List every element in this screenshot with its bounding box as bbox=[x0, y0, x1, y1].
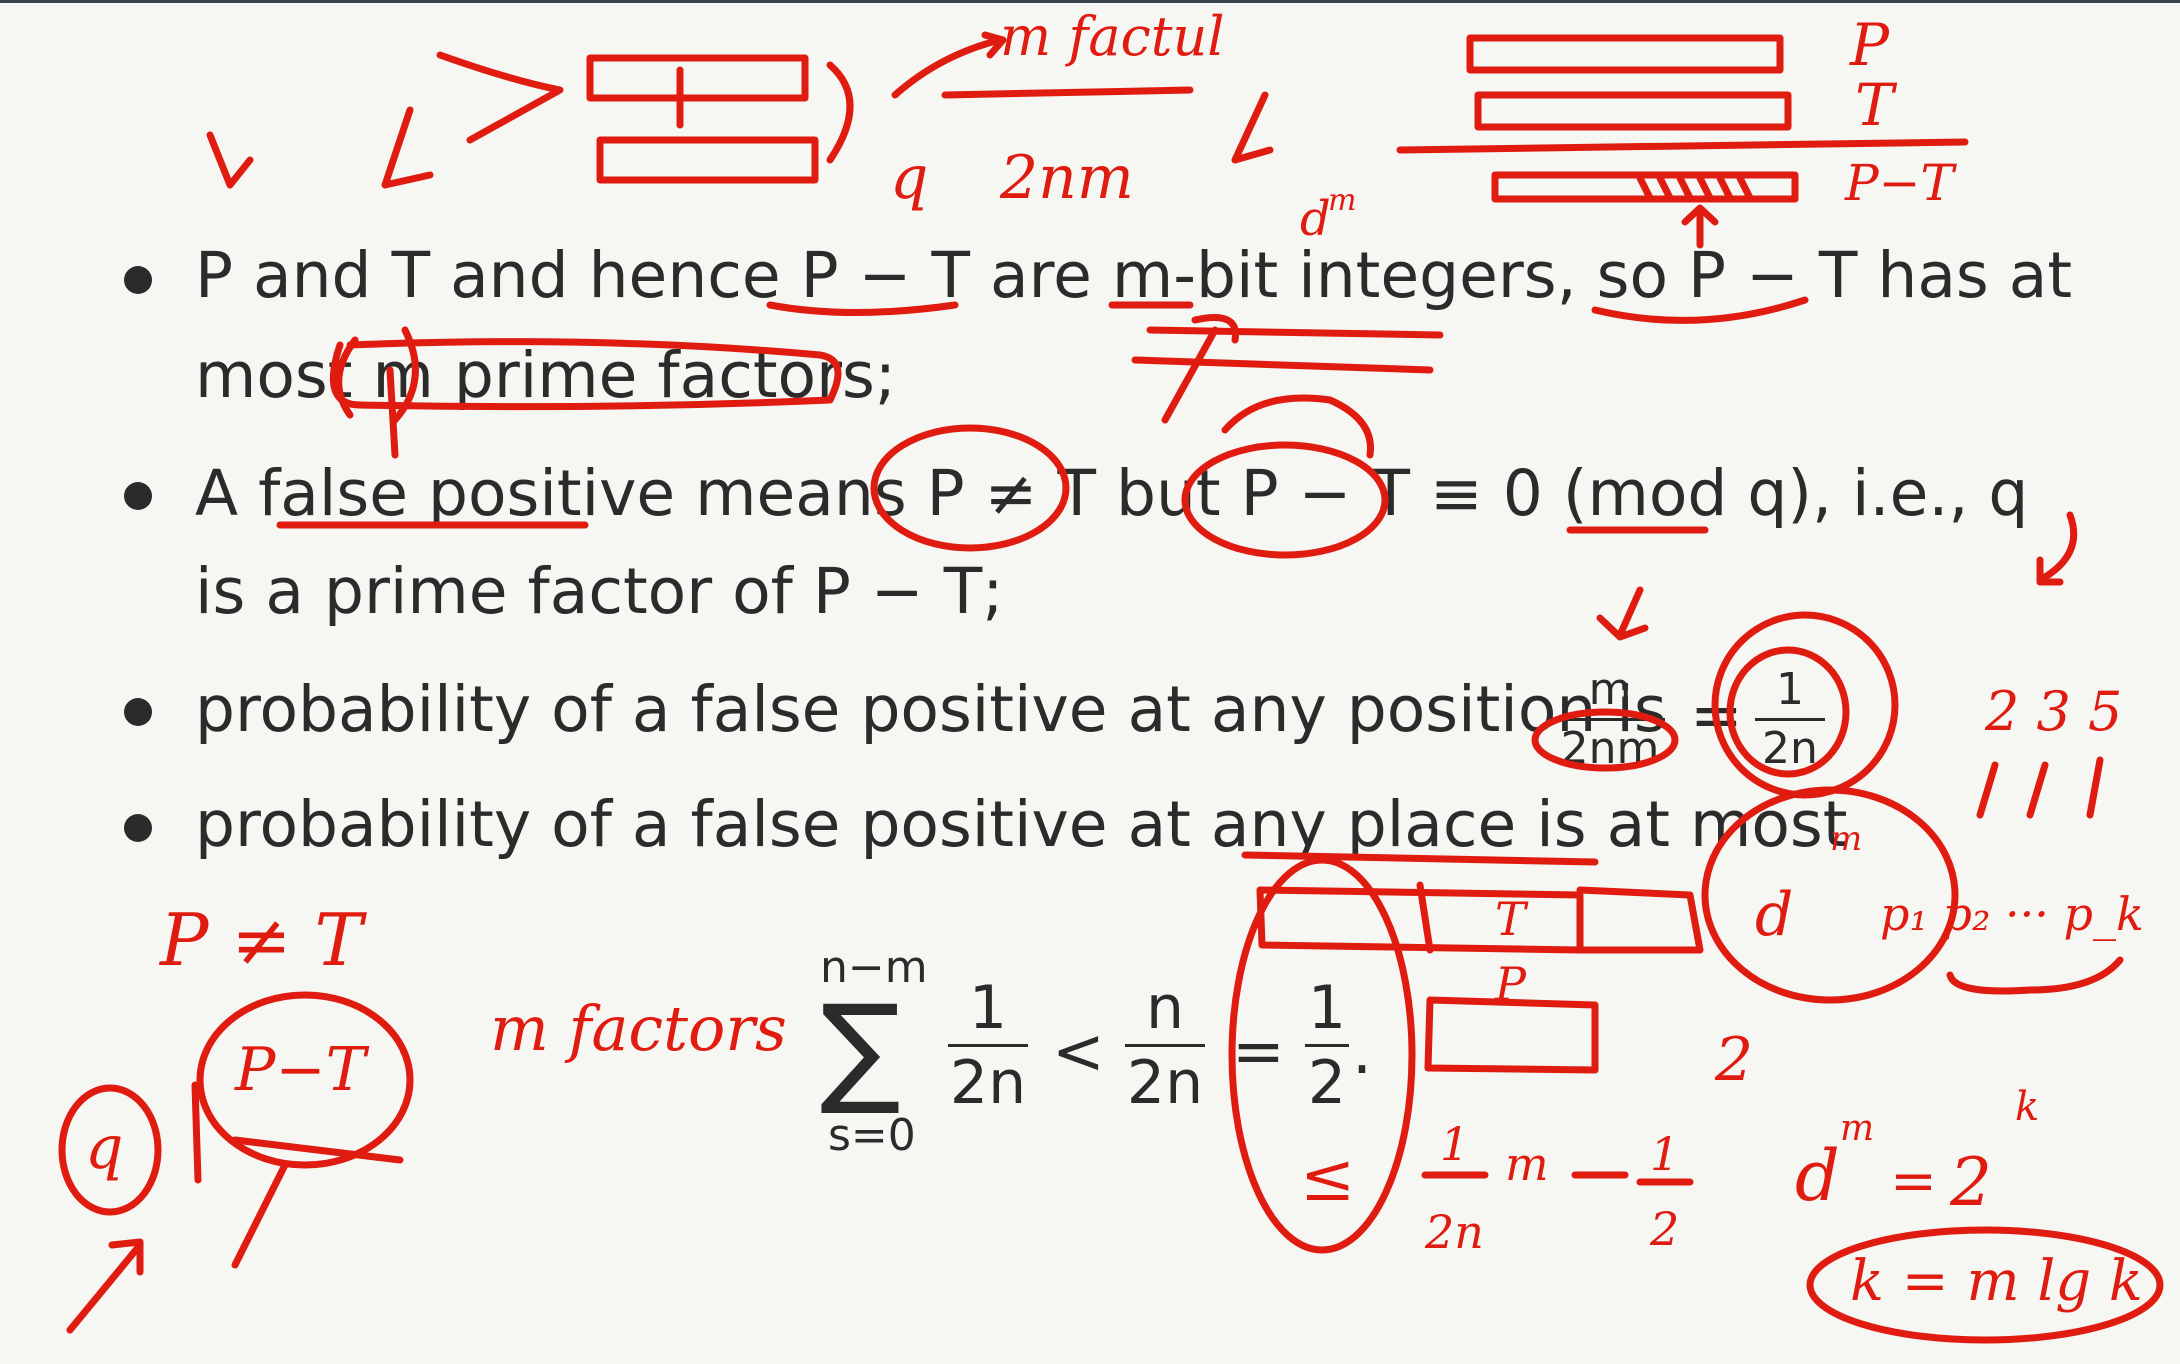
k-formula: k = m lg k bbox=[1850, 1249, 2143, 1314]
underline-p-minus-t-2 bbox=[1591, 296, 1809, 324]
eq-d: d bbox=[1795, 1135, 1840, 1217]
note-235: 2 3 5 bbox=[1984, 680, 2122, 743]
note-q: q bbox=[890, 143, 928, 213]
note-half-rhs-num: 1 bbox=[1650, 1127, 1679, 1181]
label-p-minus-t: P−T bbox=[1844, 154, 1958, 212]
arrow-down-right bbox=[1231, 91, 1274, 164]
arrow-up-to-bar bbox=[1681, 204, 1719, 249]
arrows-235 bbox=[1976, 756, 2104, 819]
eq-k: k bbox=[2015, 1084, 2039, 1130]
note-p-ne-t: P ≠ T bbox=[158, 898, 368, 982]
note-d-sup: m bbox=[1328, 183, 1356, 218]
strike-m-vertical bbox=[386, 366, 399, 459]
note-half-den: 2n bbox=[1424, 1205, 1484, 1259]
label-2-small: 2 bbox=[1714, 1025, 1753, 1095]
bar-hatching bbox=[1636, 174, 1754, 202]
arrow-right-down bbox=[2036, 511, 2078, 586]
label-p: P bbox=[1849, 11, 1890, 79]
note-half-m: m bbox=[1505, 1137, 1549, 1191]
label-d: d bbox=[1755, 880, 1793, 950]
eq-eq: = bbox=[1890, 1149, 1937, 1214]
eq-2: 2 bbox=[1949, 1144, 1992, 1221]
arrow-to-m-over-2nm bbox=[1596, 586, 1649, 641]
note-half-rhs-den: 2 bbox=[1649, 1202, 1679, 1256]
note-d: d bbox=[1300, 191, 1331, 247]
underline-p-minus-t bbox=[766, 301, 959, 316]
pen-annotations: m factul q 2nm d m P T P−T 2 3 5 T P ≤ 1… bbox=[58, 5, 2164, 1344]
cross-lines-integers bbox=[1131, 326, 1444, 374]
circle-p-minus-t-3 bbox=[1181, 441, 1389, 559]
brace-primes bbox=[1946, 956, 2124, 995]
circle-2nm bbox=[1531, 708, 1679, 772]
eq-m: m bbox=[1840, 1108, 1874, 1149]
underline-place bbox=[1241, 851, 1599, 866]
arrow-down-left-2 bbox=[381, 106, 434, 189]
note-half-num: 1 bbox=[1440, 1117, 1469, 1171]
table-p-label: P bbox=[1494, 957, 1527, 1011]
sketch-brace bbox=[826, 61, 854, 164]
note-2nm: 2nm bbox=[999, 143, 1134, 213]
arrow-up-left bbox=[66, 1238, 144, 1334]
underline-factul bbox=[941, 86, 1194, 99]
divides-bar bbox=[191, 1081, 202, 1184]
arrow-down-left-1 bbox=[206, 131, 254, 189]
table-t-ext bbox=[1576, 886, 1704, 954]
circle-1-over-2n-inner bbox=[1726, 646, 1850, 778]
label-d-sup: m bbox=[1830, 819, 1862, 859]
arrow-to-factors bbox=[891, 31, 1007, 99]
sketch-rect-top bbox=[586, 54, 809, 102]
bar-p bbox=[1466, 34, 1784, 74]
note-q-left: q bbox=[85, 1113, 123, 1183]
bracket-arrow bbox=[436, 51, 564, 144]
table-t-label: T bbox=[1495, 892, 1529, 946]
label-primes: p₁ p₂ ··· p_k bbox=[1880, 887, 2144, 941]
circle-p-ne-t bbox=[870, 424, 1070, 552]
le-sign: ≤ bbox=[1300, 1139, 1355, 1216]
note-p-minus-t-left: P−T bbox=[234, 1035, 370, 1105]
label-t: T bbox=[1855, 71, 1898, 139]
note-m-factors: m factors bbox=[490, 992, 787, 1065]
sketch-rect-bottom bbox=[596, 136, 819, 184]
note-m-factul: m factul bbox=[1000, 5, 1225, 68]
bar-t bbox=[1474, 91, 1792, 131]
divider-line bbox=[1396, 138, 1969, 154]
